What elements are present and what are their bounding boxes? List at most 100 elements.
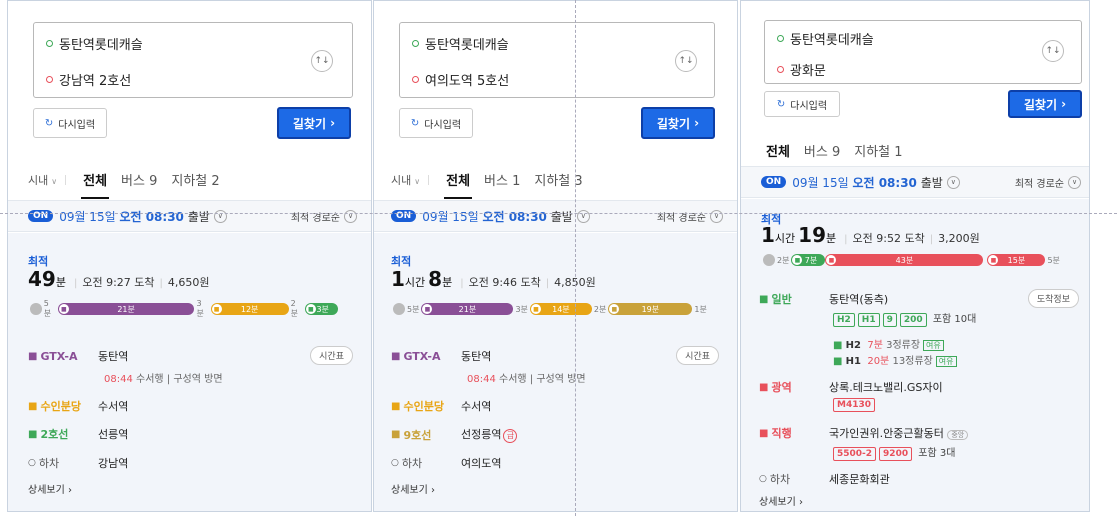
departure-bar[interactable]: ON 09월 15일 오전 08:30 출발 ∨ 최적 경로순 ∨	[374, 200, 737, 232]
walk-segment: 2분	[761, 254, 791, 266]
tab-all[interactable]: 전체	[764, 141, 792, 170]
detail-link[interactable]: 상세보기 ›	[28, 481, 72, 496]
reset-button[interactable]: ↻ 다시입력	[33, 108, 107, 138]
sort-select[interactable]: 최적 경로순 ∨	[1015, 175, 1081, 190]
route-tabs: 전체 버스 9 지하철 1	[741, 141, 1089, 170]
bus-segment-red: ■ 43분	[825, 254, 984, 266]
train-icon: ■	[391, 350, 401, 362]
refresh-icon: ↻	[776, 98, 786, 110]
on-badge: ON	[761, 176, 787, 188]
line-label: ■ 수인분당	[28, 398, 98, 414]
origin-dot-icon	[777, 35, 784, 42]
bus-chip[interactable]: H1	[857, 313, 880, 327]
origin-text: 동탄역롯데캐슬	[790, 33, 874, 48]
bus-chip[interactable]: M4130	[833, 398, 876, 412]
departure-time: 09월 15일 오전 08:30 출발	[59, 208, 210, 225]
detail-link[interactable]: 상세보기 ›	[759, 493, 803, 508]
bus-chip[interactable]: 5500-2	[833, 447, 877, 461]
timetable-button[interactable]: 시간표	[310, 346, 353, 365]
origin-field[interactable]: 동탄역롯데캐슬	[46, 34, 143, 53]
duration-minutes: 49	[28, 267, 56, 291]
step-sub-info: 08:44 수서행 | 구성역 방면	[467, 370, 586, 385]
refresh-icon: ↻	[44, 117, 54, 129]
detail-link[interactable]: 상세보기 ›	[391, 481, 435, 496]
step-gtx: ■ GTX-A 동탄역	[28, 348, 128, 364]
step-getoff: ○ 하차 여의도역	[391, 455, 501, 471]
find-route-button[interactable]: 길찾기 ›	[1008, 90, 1082, 118]
station-name: 동탄역(동측)	[829, 293, 889, 306]
bus-arrival-1: ■ H2 7분 3정류장 여유	[833, 336, 944, 351]
walk-segment: 5분	[28, 299, 58, 319]
bus-segment-red: ■ 15분	[987, 254, 1046, 266]
line9-segment: ■ 19분	[608, 303, 693, 315]
reset-label: 다시입력	[790, 100, 828, 112]
bus-chip[interactable]: 9	[882, 313, 897, 327]
chevron-down-icon: ∨	[1068, 175, 1081, 189]
route-result[interactable]: 최적 1 시간 19 분 | 오전 9:52 도착 | 3,200원 2분 ■ 7분 ■…	[741, 199, 1089, 511]
destination-field[interactable]: 광화문	[777, 60, 826, 79]
sort-select[interactable]: 최적 경로순 ∨	[291, 209, 357, 224]
reset-button[interactable]: ↻ 다시입력	[399, 108, 473, 138]
train-icon: ■	[530, 304, 541, 314]
tab-bus[interactable]: 버스 1	[484, 170, 520, 189]
chevron-down-icon: ∨	[414, 176, 421, 186]
circle-icon: ○	[28, 458, 36, 468]
station-name: 여의도역	[461, 457, 502, 470]
walk-time: 5분	[43, 299, 52, 318]
route-result[interactable]: 최적 1 시간 8분 | 오전 9:46 도착 | 4,850원 5분 ■ 21분 3분…	[374, 233, 737, 511]
swap-icon[interactable]: ↑↓	[1042, 40, 1064, 62]
chevron-down-icon: ∨	[344, 209, 357, 223]
segment-time: 21분	[117, 304, 135, 314]
destination-field[interactable]: 여의도역 5호선	[412, 70, 509, 89]
departure-bar[interactable]: ON 09월 15일 오전 08:30 출발 ∨ 최적 경로순 ∨	[741, 166, 1089, 198]
departure-bar[interactable]: ON 09월 15일 오전 08:30 출발 ∨ 최적 경로순 ∨	[8, 200, 371, 232]
crowd-tag: 여유	[923, 340, 944, 351]
find-route-button[interactable]: 길찾기 ›	[277, 107, 351, 139]
timetable-button[interactable]: 시간표	[676, 346, 719, 365]
depart-suffix: 출발	[550, 209, 573, 224]
chevron-down-icon[interactable]: ∨	[946, 175, 960, 189]
tab-city[interactable]: 시내 ∨	[391, 172, 430, 188]
tab-subway[interactable]: 지하철 1	[854, 141, 902, 160]
reset-button[interactable]: ↻ 다시입력	[764, 91, 840, 117]
chevron-down-icon[interactable]: ∨	[213, 209, 227, 223]
arrival-time: 오전 9:52 도착	[852, 232, 925, 245]
bus-chip[interactable]: H2	[833, 313, 855, 327]
sort-select[interactable]: 최적 경로순 ∨	[657, 209, 723, 224]
swap-icon[interactable]: ↑↓	[311, 50, 333, 72]
station-name: 수서역	[461, 400, 492, 413]
chevron-down-icon[interactable]: ∨	[576, 209, 590, 223]
depart-date: 09월 15일	[59, 209, 116, 224]
tab-city-label: 시내	[391, 173, 412, 187]
swap-icon[interactable]: ↑↓	[675, 50, 697, 72]
line-label: ■ GTX-A	[391, 348, 461, 364]
bus-number: H1	[845, 356, 861, 367]
segment-time: 21분	[458, 304, 477, 314]
find-route-label: 길찾기	[292, 116, 326, 131]
reset-label: 다시입력	[424, 119, 462, 131]
bus-chip[interactable]: 9200	[879, 447, 913, 461]
tab-all[interactable]: 전체	[444, 170, 472, 199]
origin-field[interactable]: 동탄역롯데캐슬	[412, 34, 509, 53]
fare: 4,650원	[167, 276, 210, 289]
route-summary: 1 시간 19 분 | 오전 9:52 도착 | 3,200원	[761, 223, 980, 247]
arrival-info-button[interactable]: 도착정보	[1027, 289, 1079, 308]
tab-bus[interactable]: 버스 9	[804, 141, 840, 160]
chevron-down-icon: ∨	[710, 209, 723, 223]
station-name: 동탄역	[461, 350, 492, 363]
origin-field[interactable]: 동탄역롯데캐슬	[777, 29, 874, 48]
bus-icon: ■	[988, 255, 999, 265]
find-route-button[interactable]: 길찾기 ›	[641, 107, 715, 139]
line-name: GTX-A	[403, 349, 441, 363]
tab-city[interactable]: 시내 ∨	[28, 172, 67, 188]
tab-subway[interactable]: 지하철 2	[171, 170, 219, 189]
route-panel-1: 동탄역롯데캐슬 강남역 2호선 ↑↓ ↻ 다시입력 길찾기 › 시내 ∨ 전체 버스…	[7, 0, 372, 512]
route-result[interactable]: 최적 49 분 | 오전 9:27 도착 | 4,650원 5분 ■ 21분 3분 ■ 1…	[8, 233, 371, 511]
segment-time: 12분	[240, 304, 259, 314]
duration-hours: 1	[761, 223, 775, 247]
tab-bus[interactable]: 버스 9	[121, 170, 157, 189]
find-route-label: 길찾기	[1023, 97, 1057, 112]
destination-field[interactable]: 강남역 2호선	[46, 70, 131, 89]
bus-chip[interactable]: 200	[899, 313, 927, 327]
tab-all[interactable]: 전체	[81, 170, 109, 199]
